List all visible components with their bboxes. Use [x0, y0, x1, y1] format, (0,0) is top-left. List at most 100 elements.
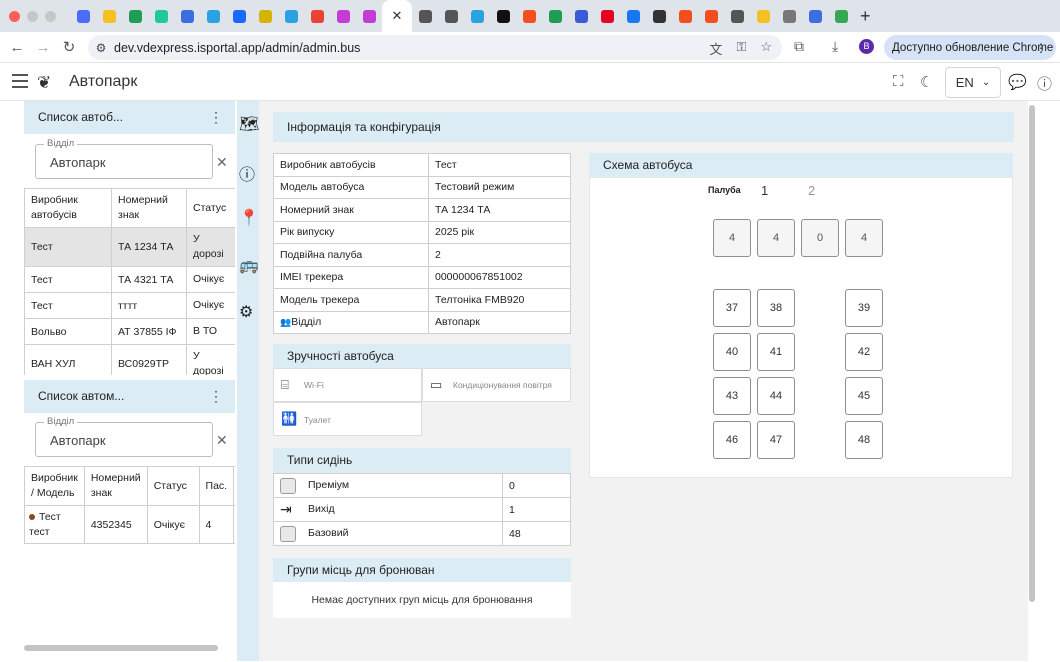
col-car-model[interactable]: Виробник / Модель: [24, 466, 85, 506]
minimize-window-button[interactable]: [27, 10, 38, 22]
zoom-window-button[interactable]: [45, 10, 56, 22]
browser-tab[interactable]: [516, 0, 542, 32]
browser-tab[interactable]: [96, 0, 122, 32]
browser-tab[interactable]: [148, 0, 174, 32]
address-bar[interactable]: ⚙ dev.vdexpress.isportal.app/admin/admin…: [88, 35, 782, 60]
seat-button[interactable]: 38: [757, 289, 795, 327]
browser-tab[interactable]: [646, 0, 672, 32]
seat-button[interactable]: 37: [713, 289, 751, 327]
browser-tab-strip: ✕ +: [0, 0, 1060, 32]
hamburger-menu-icon[interactable]: [12, 74, 28, 92]
profile-avatar[interactable]: B: [859, 39, 874, 54]
col-car-extra[interactable]: Л: [233, 466, 235, 506]
back-icon[interactable]: ←: [4, 39, 30, 56]
downloads-icon[interactable]: ⤓: [832, 38, 838, 55]
new-tab-button[interactable]: +: [860, 6, 871, 27]
dark-mode-moon-icon[interactable]: ☾: [920, 73, 933, 91]
chrome-update-button[interactable]: Доступно обновление Chrome ⋮: [884, 35, 1056, 60]
bus-table-row[interactable]: Вольво АТ 37855 ІФ В ТО: [24, 318, 235, 345]
chrome-menu-icon[interactable]: ⋮: [1035, 41, 1047, 55]
seat-button[interactable]: 46: [713, 421, 751, 459]
browser-tab[interactable]: [802, 0, 828, 32]
browser-tab[interactable]: [594, 0, 620, 32]
browser-tab[interactable]: [776, 0, 802, 32]
browser-tab[interactable]: [438, 0, 464, 32]
browser-tab[interactable]: [356, 0, 382, 32]
main-scrollbar[interactable]: [1029, 105, 1035, 602]
deck-label: Палуба: [708, 185, 741, 195]
bus-icon[interactable]: 🚌: [239, 255, 259, 275]
seat-button[interactable]: 41: [757, 333, 795, 371]
translate-icon[interactable]: 文: [709, 39, 722, 58]
bus-table-row[interactable]: ВАН ХУЛ ВС0929ТР У дорозі: [24, 344, 235, 375]
browser-tab[interactable]: [278, 0, 304, 32]
browser-tab[interactable]: [750, 0, 776, 32]
premium-seat-icon: [280, 477, 296, 494]
deck-tab-2[interactable]: 2: [808, 183, 815, 198]
browser-tab[interactable]: [828, 0, 854, 32]
bus-table-wrap: Виробник автобусів Номерний знак Статус …: [24, 188, 235, 375]
browser-tab[interactable]: [122, 0, 148, 32]
browser-tab[interactable]: [226, 0, 252, 32]
browser-tab[interactable]: [620, 0, 646, 32]
forward-icon[interactable]: →: [30, 39, 56, 56]
chat-icon[interactable]: 💬: [1008, 73, 1027, 91]
bus-table-row[interactable]: Тест тттт Очікує: [24, 292, 235, 319]
browser-tab[interactable]: [568, 0, 594, 32]
browser-tab[interactable]: [200, 0, 226, 32]
seat-button[interactable]: 44: [757, 377, 795, 415]
location-pin-icon[interactable]: 📍: [239, 208, 259, 228]
car-list-menu-icon[interactable]: ⋮: [209, 380, 223, 413]
seat-button[interactable]: 42: [845, 333, 883, 371]
language-select[interactable]: EN ⌄: [945, 67, 1001, 98]
info-icon[interactable]: ⓘ: [239, 161, 255, 185]
clear-car-filter-icon[interactable]: ✕: [216, 432, 228, 449]
bus-list-menu-icon[interactable]: ⋮: [209, 101, 223, 134]
close-window-button[interactable]: [9, 10, 20, 22]
seat-button[interactable]: 39: [845, 289, 883, 327]
deck-tab-1[interactable]: 1: [761, 183, 768, 198]
map-icon[interactable]: 🗺: [239, 114, 259, 134]
browser-tab[interactable]: [464, 0, 490, 32]
reload-icon[interactable]: ↻: [56, 38, 82, 56]
seat-button[interactable]: 45: [845, 377, 883, 415]
seat-button[interactable]: 40: [713, 333, 751, 371]
browser-tab[interactable]: [70, 0, 96, 32]
col-manufacturer[interactable]: Виробник автобусів: [24, 188, 112, 228]
bus-department-field[interactable]: Відділ Автопарк: [35, 138, 213, 179]
browser-tab[interactable]: [330, 0, 356, 32]
bus-settings-icon[interactable]: ⚙: [239, 302, 253, 322]
col-car-pass[interactable]: Пас.: [198, 466, 235, 506]
col-car-plate[interactable]: Номерний знак: [83, 466, 148, 506]
clear-bus-filter-icon[interactable]: ✕: [216, 154, 228, 171]
car-table-row[interactable]: Тест тест 4352345 Очікує 4: [24, 505, 235, 544]
col-plate[interactable]: Номерний знак: [111, 188, 187, 228]
browser-tab[interactable]: [672, 0, 698, 32]
col-car-status[interactable]: Статус: [146, 466, 200, 506]
browser-tab[interactable]: [304, 0, 330, 32]
browser-tab[interactable]: ✕: [382, 0, 412, 32]
seat-button[interactable]: 43: [713, 377, 751, 415]
bus-table-row[interactable]: Тест ТА 4321 ТА Очікує: [24, 266, 235, 293]
site-settings-icon[interactable]: ⚙: [88, 41, 114, 55]
browser-tab[interactable]: [698, 0, 724, 32]
close-tab-icon[interactable]: ✕: [392, 8, 403, 24]
seat-button[interactable]: 48: [845, 421, 883, 459]
browser-tab[interactable]: [412, 0, 438, 32]
browser-tab[interactable]: [490, 0, 516, 32]
seat-type-name-cell: ⇥ Вихід: [273, 497, 503, 522]
browser-tab[interactable]: [252, 0, 278, 32]
seat-button[interactable]: 47: [757, 421, 795, 459]
fullscreen-icon[interactable]: ⛶: [893, 73, 904, 90]
help-icon[interactable]: ⓘ: [1037, 73, 1052, 94]
bus-table-row[interactable]: Тест ТА 1234 ТА У дорозі: [24, 227, 235, 267]
car-department-field[interactable]: Відділ Автопарк: [35, 416, 213, 457]
bookmark-star-icon[interactable]: ☆: [760, 39, 772, 58]
left-horizontal-scrollbar[interactable]: [24, 645, 218, 651]
browser-tab[interactable]: [542, 0, 568, 32]
browser-tab[interactable]: [174, 0, 200, 32]
browser-tab[interactable]: [724, 0, 750, 32]
password-key-icon[interactable]: ⚿: [736, 39, 746, 58]
col-status[interactable]: Статус: [186, 188, 235, 228]
extensions-icon[interactable]: ⧉: [794, 38, 804, 55]
